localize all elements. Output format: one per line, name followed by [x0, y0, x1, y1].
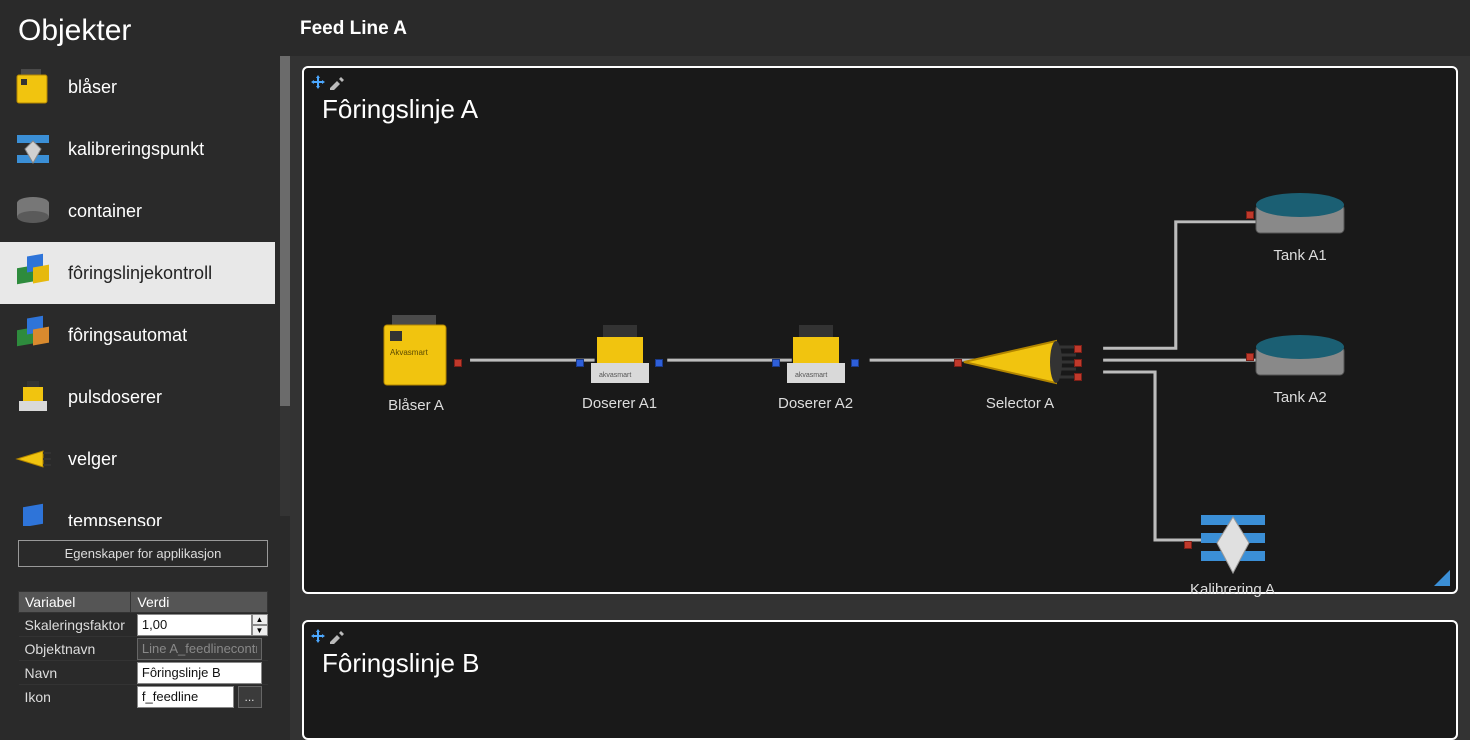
port-in[interactable]: [1184, 541, 1192, 549]
diagram-canvas-a[interactable]: Akvasmart Blåser A akvasmart: [304, 125, 1456, 589]
sidebar-item-calibration[interactable]: kalibreringspunkt: [0, 118, 275, 180]
feedautomat-icon: [12, 314, 54, 356]
resize-handle-icon[interactable]: [1434, 570, 1450, 586]
node-doser-a2[interactable]: akvasmart Doserer A2: [778, 325, 853, 412]
sidebar-item-label: velger: [68, 449, 117, 470]
port-out-2[interactable]: [1074, 359, 1082, 367]
pulsedoser-icon: [12, 376, 54, 418]
prop-header-variable: Variabel: [19, 592, 131, 613]
diagram-frame-b[interactable]: Fôringslinje B: [302, 620, 1458, 740]
diagram-title-a: Fôringslinje A: [304, 68, 1456, 125]
frame-move-icon[interactable]: [310, 74, 326, 90]
object-list: blåser kalibreringspunkt: [0, 56, 275, 526]
sidebar-item-label: fôringsautomat: [68, 325, 187, 346]
object-list-scrollbar[interactable]: [280, 56, 290, 516]
blower-icon: [12, 66, 54, 108]
node-label: Doserer A1: [582, 395, 657, 412]
prop-row-scale: Skaleringsfaktor ▲ ▼: [19, 613, 268, 637]
port-in[interactable]: [772, 359, 780, 367]
page-title: Feed Line A: [290, 0, 1470, 56]
sidebar-item-selector[interactable]: velger: [0, 428, 275, 490]
prop-row-icon: Ikon ...: [19, 685, 268, 709]
container-icon: [12, 190, 54, 232]
properties-table: Variabel Verdi Skaleringsfaktor ▲ ▼ Obje…: [18, 591, 268, 709]
prop-label: Ikon: [19, 685, 131, 709]
node-tank-a2[interactable]: Tank A2: [1250, 333, 1350, 406]
node-label: Doserer A2: [778, 395, 853, 412]
diagram-frame-a[interactable]: Fôringslinje A: [302, 66, 1458, 594]
sidebar-item-label: kalibreringspunkt: [68, 139, 204, 160]
sidebar-item-feedlinecontrol[interactable]: fôringslinjekontroll: [0, 242, 275, 304]
scale-step-up[interactable]: ▲: [252, 614, 268, 625]
sidebar-item-tempsensor[interactable]: tempsensor: [0, 490, 275, 526]
port-in[interactable]: [1246, 353, 1254, 361]
node-label: Selector A: [986, 395, 1054, 412]
port-in[interactable]: [1246, 211, 1254, 219]
prop-label: Skaleringsfaktor: [19, 613, 131, 637]
prop-label: Navn: [19, 661, 131, 685]
tempsensor-icon: [12, 500, 54, 526]
app-properties-button[interactable]: Egenskaper for applikasjon: [18, 540, 268, 567]
node-label: Blåser A: [388, 397, 444, 414]
prop-header-value: Verdi: [131, 592, 268, 613]
node-label: Tank A2: [1273, 389, 1326, 406]
port-out[interactable]: [454, 359, 462, 367]
diagram-title-b: Fôringslinje B: [304, 622, 1456, 679]
sidebar-title: Objekter: [0, 0, 290, 56]
frame-move-icon[interactable]: [310, 628, 326, 644]
sidebar: Objekter blåser: [0, 0, 290, 740]
calibration-icon: [12, 128, 54, 170]
sidebar-item-label: fôringslinjekontroll: [68, 263, 212, 284]
scale-input[interactable]: [137, 614, 252, 636]
scrollbar-thumb[interactable]: [280, 56, 290, 406]
feedlinecontrol-icon: [12, 252, 54, 294]
node-label: Kalibrering A: [1190, 581, 1275, 598]
sidebar-item-feedautomat[interactable]: fôringsautomat: [0, 304, 275, 366]
port-in[interactable]: [954, 359, 962, 367]
port-out-3[interactable]: [1074, 373, 1082, 381]
sidebar-item-pulsedoser[interactable]: pulsdoserer: [0, 366, 275, 428]
icon-input[interactable]: [137, 686, 234, 708]
node-tank-a1[interactable]: Tank A1: [1250, 191, 1350, 264]
properties-panel: Egenskaper for applikasjon Variabel Verd…: [0, 526, 290, 740]
svg-text:akvasmart: akvasmart: [795, 372, 827, 379]
sidebar-item-container[interactable]: container: [0, 180, 275, 242]
port-in[interactable]: [576, 359, 584, 367]
selector-icon: [12, 438, 54, 480]
main-area: Feed Line A Fôringslinje A: [290, 0, 1470, 740]
node-doser-a1[interactable]: akvasmart Doserer A1: [582, 325, 657, 412]
objectname-input: [137, 638, 262, 660]
frame-settings-icon[interactable]: [328, 628, 344, 644]
svg-text:Akvasmart: Akvasmart: [390, 348, 429, 357]
node-blower-a[interactable]: Akvasmart Blåser A: [376, 315, 456, 414]
sidebar-item-label: blåser: [68, 77, 117, 98]
node-label: Tank A1: [1273, 247, 1326, 264]
port-out-1[interactable]: [1074, 345, 1082, 353]
sidebar-item-label: pulsdoserer: [68, 387, 162, 408]
node-selector-a[interactable]: Selector A: [960, 335, 1080, 412]
prop-row-objectname: Objektnavn: [19, 637, 268, 661]
port-out[interactable]: [655, 359, 663, 367]
port-out[interactable]: [851, 359, 859, 367]
prop-row-name: Navn: [19, 661, 268, 685]
name-input[interactable]: [137, 662, 262, 684]
svg-text:akvasmart: akvasmart: [599, 372, 631, 379]
scale-step-down[interactable]: ▼: [252, 625, 268, 636]
prop-label: Objektnavn: [19, 637, 131, 661]
sidebar-item-label: container: [68, 201, 142, 222]
frame-settings-icon[interactable]: [328, 74, 344, 90]
sidebar-item-label: tempsensor: [68, 511, 162, 527]
canvas-area: Fôringslinje A: [290, 56, 1470, 740]
node-calibration-a[interactable]: Kalibrering A: [1190, 511, 1275, 598]
sidebar-item-blower[interactable]: blåser: [0, 56, 275, 118]
icon-browse-button[interactable]: ...: [238, 686, 262, 708]
